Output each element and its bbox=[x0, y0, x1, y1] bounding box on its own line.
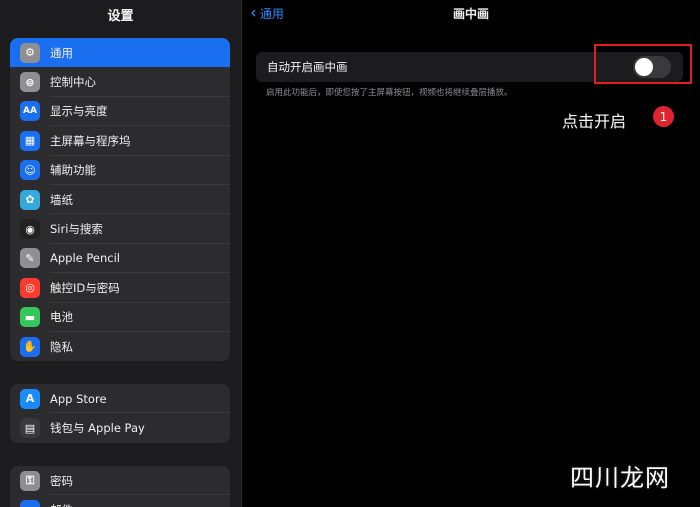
sidebar-group-store: A App Store ▤ 钱包与 Apple Pay bbox=[10, 384, 230, 443]
sidebar-item[interactable]: ☺ 辅助功能 bbox=[10, 156, 230, 185]
sidebar-item[interactable]: AA 显示与亮度 bbox=[10, 97, 230, 127]
sidebar-item-label: Apple Pencil bbox=[50, 251, 120, 266]
sidebar-item-label: 密码 bbox=[50, 473, 73, 488]
sidebar-item-label: 触控ID与密码 bbox=[50, 280, 120, 295]
sidebar-group-main: ⚙ 通用 ⊜ 控制中心 AA 显示与亮度 ▦ 主屏幕与程序坞 ☺ 辅助功能 ✿ 墙纸 ◉ Siri与搜索 ✎… bbox=[10, 38, 230, 362]
page-title: 画中画 bbox=[452, 7, 489, 21]
sidebar-item-label: App Store bbox=[50, 391, 107, 406]
app-store-icon: A bbox=[20, 388, 40, 409]
sidebar-item-label: 通用 bbox=[50, 45, 73, 60]
privacy-hand-icon: ✋ bbox=[20, 336, 40, 357]
sidebar-item-label: 电池 bbox=[50, 310, 73, 325]
sidebar-item[interactable]: ⚙ 通用 bbox=[10, 38, 230, 68]
auto-pip-description: 启用此功能后，即使您按了主屏幕按钮，视频也将继续叠层播放。 bbox=[266, 88, 513, 98]
settings-window: 设置 ⚙ 通用 ⊜ 控制中心 AA 显示与亮度 ▦ 主屏幕与程序坞 ☺ 辅助功能 ✿ 墙纸 ◉ Siri与… bbox=[0, 0, 700, 507]
mail-icon: ✉ bbox=[20, 500, 40, 507]
wallet-icon: ▤ bbox=[20, 418, 40, 439]
watermark: 四川龙网 bbox=[570, 464, 670, 492]
sidebar-item[interactable]: ▤ 钱包与 Apple Pay bbox=[10, 413, 230, 442]
sidebar-item-label: 隐私 bbox=[50, 339, 73, 354]
battery-icon: ▬ bbox=[20, 307, 40, 328]
sidebar-item[interactable]: ⚿ 密码 bbox=[10, 466, 230, 496]
annotation-text: 点击开启 bbox=[562, 112, 627, 131]
sidebar-group-accounts: ⚿ 密码 ✉ 邮件 bbox=[10, 466, 230, 507]
pencil-icon: ✎ bbox=[20, 248, 40, 269]
sidebar-item[interactable]: ✋ 隐私 bbox=[10, 332, 230, 361]
sidebar-item[interactable]: A App Store bbox=[10, 384, 230, 414]
sidebar: 设置 ⚙ 通用 ⊜ 控制中心 AA 显示与亮度 ▦ 主屏幕与程序坞 ☺ 辅助功能 ✿ 墙纸 ◉ Siri与… bbox=[0, 0, 242, 507]
sidebar-item[interactable]: ⊜ 控制中心 bbox=[10, 67, 230, 97]
sidebar-item-label: 邮件 bbox=[50, 502, 73, 507]
sidebar-item-label: 辅助功能 bbox=[50, 163, 96, 178]
display-brightness-icon: AA bbox=[20, 101, 40, 122]
sidebar-item-label: 显示与亮度 bbox=[50, 104, 108, 119]
highlight-box bbox=[594, 44, 692, 84]
sidebar-item-label: 主屏幕与程序坞 bbox=[50, 133, 131, 148]
step-badge: 1 bbox=[653, 106, 674, 127]
siri-icon: ◉ bbox=[20, 219, 40, 240]
fingerprint-icon: ◎ bbox=[20, 277, 40, 298]
sidebar-title: 设置 bbox=[107, 9, 134, 24]
wallpaper-icon: ✿ bbox=[20, 189, 40, 210]
sidebar-item[interactable]: ◎ 触控ID与密码 bbox=[10, 273, 230, 303]
sidebar-item[interactable]: ✉ 邮件 bbox=[10, 495, 230, 507]
sidebar-item-label: 墙纸 bbox=[50, 192, 73, 207]
auto-pip-label: 自动开启画中画 bbox=[267, 60, 348, 74]
sidebar-item[interactable]: ▦ 主屏幕与程序坞 bbox=[10, 126, 230, 156]
sidebar-item[interactable]: ✿ 墙纸 bbox=[10, 185, 230, 215]
key-icon: ⚿ bbox=[20, 470, 40, 491]
sidebar-item[interactable]: ▬ 电池 bbox=[10, 303, 230, 332]
gear-icon: ⚙ bbox=[20, 42, 40, 63]
home-screen-icon: ▦ bbox=[20, 130, 40, 151]
sidebar-item-label: 控制中心 bbox=[50, 75, 96, 90]
control-center-icon: ⊜ bbox=[20, 72, 40, 93]
sidebar-item[interactable]: ✎ Apple Pencil bbox=[10, 244, 230, 274]
sidebar-item-label: 钱包与 Apple Pay bbox=[50, 421, 145, 436]
sidebar-item[interactable]: ◉ Siri与搜索 bbox=[10, 214, 230, 244]
detail-pane: ‹ 通用 画中画 自动开启画中画 启用此功能后，即使您按了主屏幕按钮，视频也将继… bbox=[242, 0, 700, 507]
accessibility-icon: ☺ bbox=[20, 160, 40, 181]
sidebar-item-label: Siri与搜索 bbox=[50, 222, 103, 237]
